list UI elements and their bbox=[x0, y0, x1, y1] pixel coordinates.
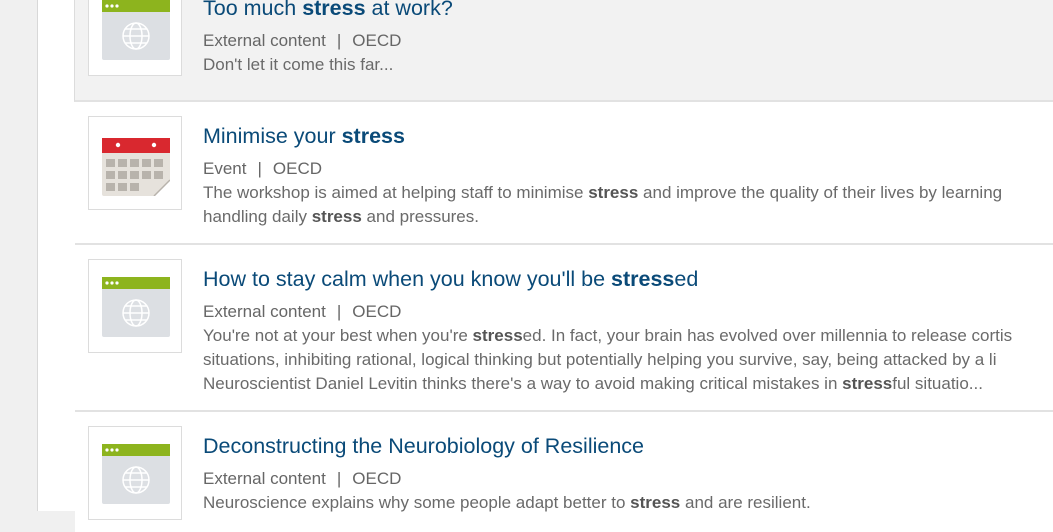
search-result[interactable]: Too much stress at work? External conten… bbox=[74, 0, 1053, 102]
result-thumbnail[interactable] bbox=[88, 0, 182, 76]
result-snippet: The workshop is aimed at helping staff t… bbox=[203, 183, 1003, 226]
web-page-icon bbox=[102, 444, 170, 504]
result-thumbnail[interactable] bbox=[88, 426, 182, 520]
result-snippet: Neuroscience explains why some people ad… bbox=[203, 493, 811, 512]
result-title-link[interactable]: Minimise your stress bbox=[203, 124, 405, 149]
result-title-link[interactable]: Too much stress at work? bbox=[203, 0, 453, 21]
result-meta: External content | OECD bbox=[203, 31, 401, 51]
content-type: External content bbox=[203, 469, 326, 488]
content-type: Event bbox=[203, 159, 247, 178]
calendar-icon bbox=[102, 138, 170, 196]
meta-separator: | bbox=[336, 31, 342, 50]
content-type: External content bbox=[203, 302, 326, 321]
search-result[interactable]: Minimise your stress Event | OECD The work… bbox=[75, 102, 1053, 245]
result-meta: External content | OECD bbox=[203, 469, 401, 489]
left-gutter bbox=[0, 0, 37, 511]
search-result[interactable]: How to stay calm when you know you'll be… bbox=[75, 245, 1053, 412]
meta-separator: | bbox=[336, 302, 342, 321]
result-meta: Event | OECD bbox=[203, 159, 322, 179]
result-thumbnail[interactable] bbox=[88, 116, 182, 210]
result-title-link[interactable]: Deconstructing the Neurobiology of Resil… bbox=[203, 434, 644, 459]
content-type: External content bbox=[203, 31, 326, 50]
result-meta: External content | OECD bbox=[203, 302, 401, 322]
meta-separator: | bbox=[336, 469, 342, 488]
result-thumbnail[interactable] bbox=[88, 259, 182, 353]
result-snippet: Don't let it come this far... bbox=[203, 55, 394, 74]
content-source: OECD bbox=[352, 469, 402, 488]
web-page-icon bbox=[102, 277, 170, 337]
content-source: OECD bbox=[272, 159, 323, 178]
content-source: OECD bbox=[352, 302, 402, 321]
result-snippet: You're not at your best when you're stre… bbox=[203, 326, 1013, 393]
search-result[interactable]: Deconstructing the Neurobiology of Resil… bbox=[75, 412, 1053, 532]
web-page-icon bbox=[102, 0, 170, 60]
meta-separator: | bbox=[257, 159, 262, 178]
content-source: OECD bbox=[352, 31, 402, 50]
result-title-link[interactable]: How to stay calm when you know you'll be… bbox=[203, 267, 698, 292]
